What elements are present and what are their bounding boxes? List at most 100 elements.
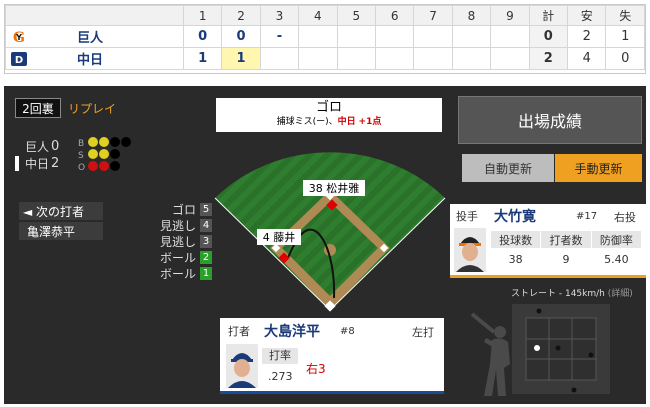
era: 5.40 bbox=[604, 253, 629, 267]
hits-header: 安 bbox=[566, 5, 607, 26]
inning-score bbox=[374, 47, 415, 70]
team-name: 巨人 bbox=[76, 31, 103, 46]
inning-score: 1 bbox=[182, 47, 223, 70]
pitcher-number: #17 bbox=[576, 211, 598, 222]
inning-header: 1 bbox=[182, 5, 223, 26]
team-header bbox=[5, 5, 184, 26]
total-hits: 2 bbox=[566, 25, 607, 48]
results-button[interactable]: 出場成績 bbox=[458, 96, 642, 144]
stat-header: 防御率 bbox=[590, 230, 643, 249]
total-runs: 0 bbox=[528, 25, 569, 48]
pitcher-stats-values: 38 9 5.40 bbox=[491, 249, 642, 271]
batting-average: .273 bbox=[268, 370, 293, 383]
pitcher-stats-header: 投球数 打者数 防御率 bbox=[489, 230, 643, 249]
inning-score bbox=[336, 25, 376, 48]
batter-card: 打者 大島洋平 #8 左打 打率 .273 右3 bbox=[220, 318, 444, 394]
pitch-mark bbox=[571, 387, 577, 393]
pitcher-role-label: 投手 bbox=[456, 210, 478, 223]
balls-label: B bbox=[78, 139, 85, 149]
strikes-label: S bbox=[78, 151, 84, 161]
mini-team-name: 巨人 bbox=[25, 140, 50, 154]
scoreboard-table: 1 2 3 4 5 6 7 8 9 計 安 失 G Y 巨人 0 0 - 0 2… bbox=[5, 5, 645, 70]
inning-score-current: 1 bbox=[221, 47, 261, 70]
inning-score bbox=[451, 25, 492, 48]
mini-score-row: 巨人 0 bbox=[15, 138, 65, 155]
dragons-logo-icon: D bbox=[11, 51, 27, 66]
pitch-log-item: ゴロ 5 bbox=[134, 202, 212, 217]
mini-team-score: 0 bbox=[51, 139, 60, 154]
pitch-log-item: ボール 2 bbox=[134, 250, 212, 265]
auto-update-button[interactable]: 自動更新 bbox=[462, 154, 554, 182]
pitch-log-label: ボール bbox=[159, 267, 196, 281]
team-cell[interactable]: D 中日 bbox=[5, 47, 184, 70]
pitch-detail-link[interactable]: (詳細) bbox=[608, 289, 633, 299]
baseball-field: 38 松井雅 4 藤井 bbox=[214, 152, 446, 312]
svg-text:Y: Y bbox=[15, 33, 22, 42]
inning-score bbox=[374, 25, 415, 48]
batter-name[interactable]: 大島洋平 bbox=[264, 321, 320, 341]
stat-header: 打者数 bbox=[540, 230, 592, 249]
pitch-log-item: 見逃し 3 bbox=[134, 234, 212, 249]
inning-score bbox=[298, 25, 338, 48]
count-dot bbox=[110, 161, 120, 171]
inning-header: 2 bbox=[221, 5, 261, 26]
batting-marker bbox=[15, 139, 19, 154]
inning-header: 6 bbox=[374, 5, 415, 26]
pitch-count: 38 bbox=[508, 253, 523, 267]
pitcher-stats: 投球数 打者数 防御率 38 9 5.40 bbox=[489, 230, 643, 271]
fielder-label-b: 4 藤井 bbox=[263, 230, 296, 244]
batter-role-label: 打者 bbox=[228, 325, 250, 338]
count-dot bbox=[99, 161, 109, 171]
mini-score-row: 中日 2 bbox=[15, 155, 65, 172]
giants-logo-icon: G Y bbox=[13, 30, 25, 45]
mini-score: 巨人 0 中日 2 bbox=[15, 138, 65, 172]
play-detail-team: 中日 bbox=[337, 117, 356, 127]
play-title: ゴロ bbox=[315, 100, 342, 115]
pitch-mark bbox=[588, 352, 594, 358]
total-errors: 1 bbox=[605, 25, 645, 48]
batting-average-label: 打率 bbox=[262, 348, 298, 364]
inning-score bbox=[336, 47, 376, 70]
pitch-type-speed: ストレート - 145km/h bbox=[511, 289, 605, 299]
inning-score bbox=[413, 47, 453, 70]
pitch-log-label: 見逃し bbox=[159, 235, 196, 249]
inning-header: 5 bbox=[336, 5, 376, 26]
pitch-mark bbox=[536, 308, 542, 314]
inning-score: 0 bbox=[221, 25, 261, 48]
mini-team-score: 2 bbox=[51, 156, 60, 171]
scoreboard-row-home: D 中日 1 1 2 4 0 bbox=[5, 47, 645, 70]
pitcher-name[interactable]: 大竹寛 bbox=[494, 206, 536, 226]
pitch-log: ゴロ 5 見逃し 4 見逃し 3 ボール 2 ボール 1 bbox=[134, 202, 212, 282]
inning-header: 7 bbox=[413, 5, 453, 26]
play-detail-text: 捕球ミス(ー)、 bbox=[276, 117, 338, 127]
replay-label[interactable]: リプレイ bbox=[68, 100, 116, 117]
play-detail: 捕球ミス(ー)、中日 +1点 bbox=[216, 116, 442, 129]
at-bat-result: 右3 bbox=[306, 362, 326, 376]
next-batter-button[interactable]: ◄ 次の打者 bbox=[19, 202, 103, 220]
next-batter-name[interactable]: 亀澤恭平 bbox=[19, 222, 103, 240]
outs-row: O bbox=[78, 161, 132, 175]
inning-header: 8 bbox=[451, 5, 492, 26]
scoreboard-row-away: G Y 巨人 0 0 - 0 2 1 bbox=[5, 25, 645, 48]
count-dot bbox=[99, 149, 109, 159]
batter-number: #8 bbox=[340, 326, 355, 337]
pitch-log-label: ボール bbox=[159, 251, 196, 265]
manual-update-button[interactable]: 手動更新 bbox=[555, 154, 642, 182]
play-description: ゴロ 捕球ミス(ー)、中日 +1点 bbox=[216, 98, 442, 132]
pitch-mark bbox=[555, 345, 561, 351]
pitch-info: ストレート - 145km/h (詳細) bbox=[511, 286, 633, 299]
batter-hand: 左打 bbox=[412, 326, 434, 339]
inning-header: 4 bbox=[298, 5, 338, 26]
pitch-mark-current bbox=[534, 345, 540, 351]
play-detail-points: +1点 bbox=[358, 117, 382, 127]
team-cell[interactable]: G Y 巨人 bbox=[5, 25, 184, 48]
inning-score: - bbox=[259, 25, 300, 48]
pitch-log-item: ボール 1 bbox=[134, 266, 212, 281]
mini-team-name: 中日 bbox=[25, 157, 50, 171]
count-dot bbox=[99, 137, 109, 147]
batter-avatar bbox=[226, 344, 258, 388]
batters-faced: 9 bbox=[562, 253, 570, 267]
total-hits: 4 bbox=[566, 47, 607, 70]
inning-score bbox=[451, 47, 492, 70]
outs-dots bbox=[88, 161, 121, 175]
